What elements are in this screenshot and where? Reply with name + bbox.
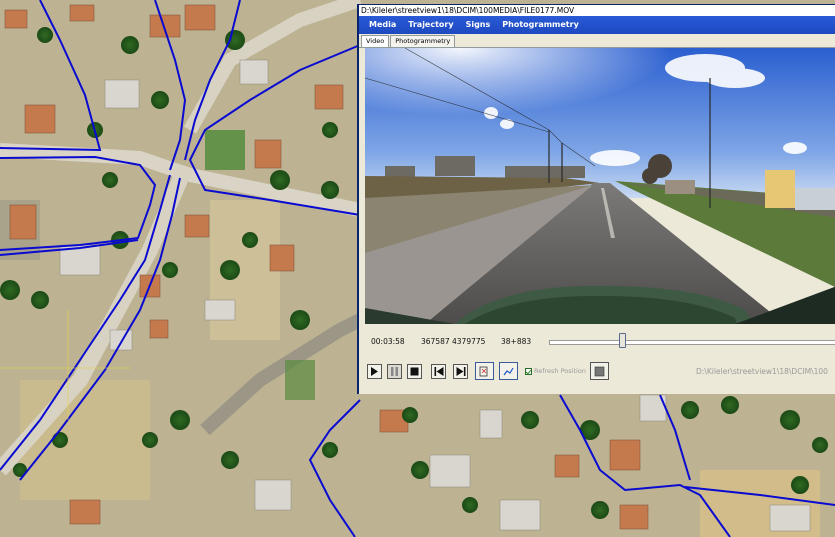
time-readout: 00:03:58 xyxy=(371,337,405,346)
menu-media[interactable]: Media xyxy=(363,16,402,34)
previous-frame-button[interactable] xyxy=(431,364,446,379)
skip-forward-icon xyxy=(456,367,465,376)
playback-controls: 00:03:58 367587 4379775 38+883 Refresh P… xyxy=(359,330,835,394)
tab-photogrammetry[interactable]: Photogrammetry xyxy=(390,35,456,47)
pause-icon xyxy=(391,367,398,376)
coordinates-readout: 367587 4379775 xyxy=(421,337,486,346)
menu-bar: Media Trajectory Signs Photogrammetry xyxy=(359,16,835,34)
pause-button[interactable] xyxy=(387,364,402,379)
refresh-position-checkbox[interactable]: Refresh Position xyxy=(525,367,586,375)
trajectory-tool-button[interactable] xyxy=(499,362,518,380)
square-icon xyxy=(594,366,605,376)
chainage-readout: 38+883 xyxy=(501,337,532,346)
checkbox-checked-icon xyxy=(525,367,532,375)
video-player-window: D:\Kileler\streetview1\18\DCIM\100MEDIA\… xyxy=(357,4,835,394)
menu-signs[interactable]: Signs xyxy=(460,16,497,34)
tab-video[interactable]: Video xyxy=(361,35,390,47)
file-path-label: D:\Kileler\streetview1\18\DCIM\100 xyxy=(696,367,828,376)
skip-back-icon xyxy=(434,367,443,376)
tab-strip: Video Photogrammetry xyxy=(359,34,835,48)
line-chart-icon xyxy=(503,367,514,375)
menu-photogrammetry[interactable]: Photogrammetry xyxy=(496,16,585,34)
window-title: D:\Kileler\streetview1\18\DCIM\100MEDIA\… xyxy=(359,5,835,16)
seek-slider-track[interactable] xyxy=(549,340,835,345)
stop-button[interactable] xyxy=(407,364,422,379)
next-frame-button[interactable] xyxy=(453,364,468,379)
measure-icon xyxy=(479,366,488,376)
stop-icon xyxy=(410,367,419,376)
seek-slider-thumb[interactable] xyxy=(619,333,627,348)
video-frame[interactable] xyxy=(365,48,835,324)
photogrammetry-tool-button[interactable] xyxy=(475,362,494,380)
settings-button[interactable] xyxy=(590,362,609,380)
refresh-position-label: Refresh Position xyxy=(534,367,586,375)
play-button[interactable] xyxy=(367,364,382,379)
menu-trajectory[interactable]: Trajectory xyxy=(402,16,459,34)
play-icon xyxy=(371,367,378,376)
